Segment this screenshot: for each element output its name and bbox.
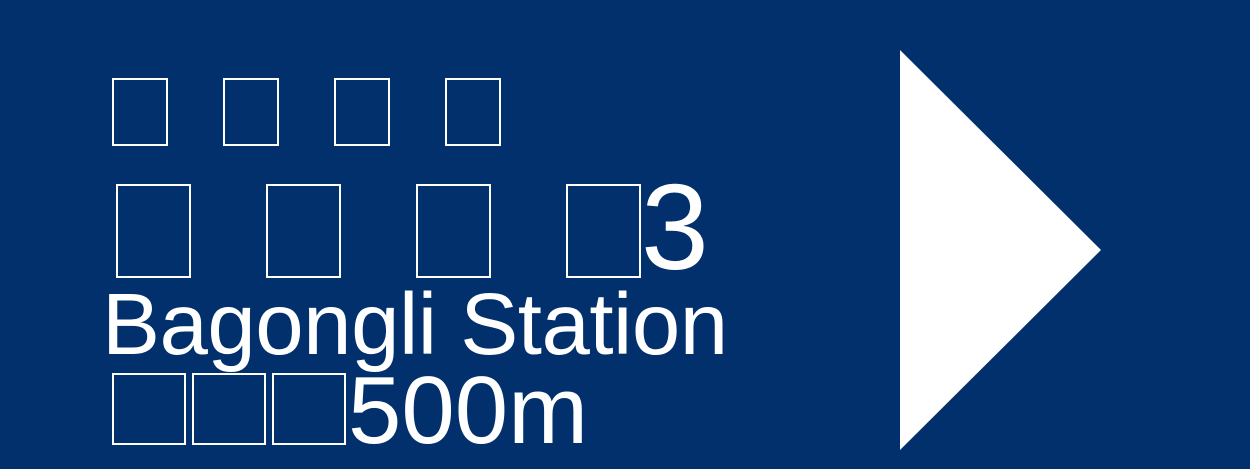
missing-glyph-box: [334, 78, 390, 146]
missing-glyph-box: [416, 184, 491, 278]
station-sign: 3 Bagongli Station 500m: [0, 0, 1250, 459]
station-english-name: Bagongli Station: [102, 276, 728, 373]
missing-glyph-box: [192, 373, 266, 445]
chinese-line-suffix: 3: [641, 159, 709, 295]
distance-line-glyphs: [112, 373, 348, 445]
missing-glyph-box: [266, 184, 341, 278]
missing-glyph-box: [112, 78, 168, 146]
missing-glyph-box: [445, 78, 501, 146]
sign-chinese-line: 3: [116, 166, 709, 288]
missing-glyph-box: [223, 78, 279, 146]
missing-glyph-box: [272, 373, 346, 445]
missing-glyph-box: [112, 373, 186, 445]
right-arrow-icon: [900, 50, 1101, 450]
top-line-glyphs: [112, 78, 501, 146]
sign-top-line: [112, 78, 501, 146]
chinese-line-glyphs: [116, 184, 641, 278]
sign-distance-line: 500m: [112, 363, 588, 469]
missing-glyph-box: [116, 184, 191, 278]
distance-value: 500m: [348, 357, 589, 464]
missing-glyph-box: [566, 184, 641, 278]
